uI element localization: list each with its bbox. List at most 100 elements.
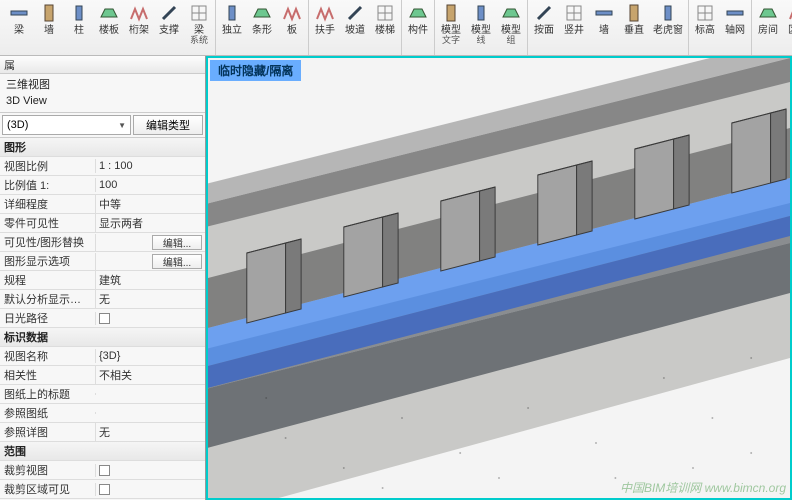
- prop-key: 视图名称: [0, 347, 95, 365]
- ribbon-btn-独立[interactable]: 独立: [218, 1, 246, 37]
- prop-value[interactable]: [95, 393, 205, 395]
- ribbon-btn-板[interactable]: 板: [278, 1, 306, 37]
- ribbon-btn-模型组[interactable]: 模型组: [497, 1, 525, 47]
- ribbon-btn-区域[interactable]: 区域: [784, 1, 792, 37]
- ribbon-group-opening: 按面竖井墙垂直老虎窗: [528, 0, 689, 55]
- ribbon-btn-模型文字[interactable]: 模型文字: [437, 1, 465, 47]
- prop-row[interactable]: 比例值 1:100: [0, 176, 205, 195]
- edit-type-button[interactable]: 编辑类型: [133, 115, 203, 135]
- prop-row[interactable]: 可见性/图形替换 编辑...: [0, 233, 205, 252]
- prop-row[interactable]: 图纸上的标题: [0, 385, 205, 404]
- checkbox[interactable]: [99, 484, 110, 495]
- prop-value[interactable]: 显示两者: [95, 214, 205, 232]
- prop-row[interactable]: 裁剪区域可见: [0, 480, 205, 499]
- ribbon-label: 房间: [758, 25, 778, 36]
- ribbon-btn-扶手[interactable]: 扶手: [311, 1, 339, 37]
- ribbon-btn-轴网[interactable]: 轴网: [721, 1, 749, 37]
- prop-row[interactable]: 参照图纸: [0, 404, 205, 423]
- ribbon-btn-坡道[interactable]: 坡道: [341, 1, 369, 37]
- ribbon-label: 扶手: [315, 25, 335, 36]
- prop-key: 规程: [0, 271, 95, 289]
- ribbon-icon: [221, 2, 243, 24]
- prop-value[interactable]: [95, 483, 205, 496]
- ribbon-btn-梁[interactable]: 梁: [5, 1, 33, 47]
- ribbon-btn-支撑[interactable]: 支撑: [155, 1, 183, 47]
- ribbon-label: 梁: [14, 25, 24, 36]
- ribbon-btn-墙[interactable]: 墙: [590, 1, 618, 37]
- prop-row[interactable]: 图形显示选项编辑...: [0, 252, 205, 271]
- prop-value[interactable]: 编辑...: [95, 234, 205, 251]
- type-selector-preview[interactable]: 三维视图 3D View: [0, 74, 205, 113]
- prop-row[interactable]: 视图比例1 : 100: [0, 157, 205, 176]
- edit-button[interactable]: 编辑...: [152, 235, 202, 250]
- ribbon-label: 模型线: [471, 25, 491, 46]
- prop-row[interactable]: 日光路径: [0, 309, 205, 328]
- view-type-sub: 3D View: [6, 93, 199, 109]
- ribbon-label: 区域: [788, 25, 792, 36]
- ribbon-btn-按面[interactable]: 按面: [530, 1, 558, 37]
- prop-row[interactable]: 详细程度中等: [0, 195, 205, 214]
- checkbox[interactable]: [99, 465, 110, 476]
- ribbon-btn-标高[interactable]: 标高: [691, 1, 719, 37]
- view-selector-dropdown[interactable]: (3D) ▼: [2, 115, 131, 135]
- ribbon-label: 楼板: [99, 25, 119, 36]
- ribbon-icon: [724, 2, 746, 24]
- ribbon-btn-房间[interactable]: 房间: [754, 1, 782, 37]
- prop-value[interactable]: 1 : 100: [95, 159, 205, 173]
- ribbon-icon: [128, 2, 150, 24]
- ribbon-btn-垂直[interactable]: 垂直: [620, 1, 648, 37]
- ribbon-btn-柱[interactable]: 柱: [65, 1, 93, 47]
- ribbon-icon: [500, 2, 522, 24]
- prop-value[interactable]: 100: [95, 178, 205, 192]
- prop-row[interactable]: 相关性不相关: [0, 366, 205, 385]
- prop-value[interactable]: [95, 412, 205, 414]
- prop-row[interactable]: 默认分析显示样式无: [0, 290, 205, 309]
- prop-value[interactable]: [95, 312, 205, 325]
- chevron-down-icon: ▼: [118, 121, 126, 130]
- prop-key: 可见性/图形替换: [0, 233, 95, 251]
- prop-row[interactable]: 视图名称{3D}: [0, 347, 205, 366]
- prop-value[interactable]: 不相关: [95, 366, 205, 384]
- ribbon-btn-梁系统[interactable]: 梁系统: [185, 1, 213, 47]
- prop-value[interactable]: 建筑: [95, 271, 205, 289]
- edit-type-label: 编辑类型: [146, 117, 190, 133]
- ribbon-label: 竖井: [564, 25, 584, 36]
- prop-key: 图纸上的标题: [0, 385, 95, 403]
- 3d-viewport[interactable]: 临时隐藏/隔离: [206, 56, 792, 500]
- prop-category: 标识数据: [0, 328, 205, 347]
- prop-key: 详细程度: [0, 195, 95, 213]
- prop-value[interactable]: {3D}: [95, 349, 205, 363]
- prop-key: 零件可见性: [0, 214, 95, 232]
- ribbon-btn-竖井[interactable]: 竖井: [560, 1, 588, 37]
- ribbon-btn-模型线[interactable]: 模型线: [467, 1, 495, 47]
- ribbon-btn-老虎窗[interactable]: 老虎窗: [650, 1, 686, 37]
- edit-button[interactable]: 编辑...: [152, 254, 202, 269]
- checkbox[interactable]: [99, 313, 110, 324]
- ribbon-label: 梁系统: [190, 25, 208, 46]
- ribbon-icon: [374, 2, 396, 24]
- ribbon-label: 标高: [695, 25, 715, 36]
- ribbon-btn-桁架[interactable]: 桁架: [125, 1, 153, 47]
- prop-row[interactable]: 参照详图无: [0, 423, 205, 442]
- prop-value[interactable]: 中等: [95, 195, 205, 213]
- ribbon-icon: [314, 2, 336, 24]
- prop-row[interactable]: 规程建筑: [0, 271, 205, 290]
- ribbon-icon: [407, 2, 429, 24]
- ribbon-icon: [694, 2, 716, 24]
- ribbon-btn-楼板[interactable]: 楼板: [95, 1, 123, 47]
- ribbon-btn-楼梯[interactable]: 楼梯: [371, 1, 399, 37]
- prop-row[interactable]: 裁剪视图: [0, 461, 205, 480]
- ribbon-icon: [68, 2, 90, 24]
- ribbon-label: 轴网: [725, 25, 745, 36]
- ribbon-btn-墙[interactable]: 墙: [35, 1, 63, 47]
- ribbon-btn-条形[interactable]: 条形: [248, 1, 276, 37]
- prop-value[interactable]: 编辑...: [95, 253, 205, 270]
- prop-value[interactable]: [95, 464, 205, 477]
- ribbon-icon: [757, 2, 779, 24]
- prop-key: 视图比例: [0, 157, 95, 175]
- prop-value[interactable]: 无: [95, 423, 205, 441]
- prop-value[interactable]: 无: [95, 290, 205, 308]
- ribbon-btn-构件[interactable]: 构件: [404, 1, 432, 37]
- prop-row[interactable]: 零件可见性显示两者: [0, 214, 205, 233]
- ribbon-label: 构件: [408, 25, 428, 36]
